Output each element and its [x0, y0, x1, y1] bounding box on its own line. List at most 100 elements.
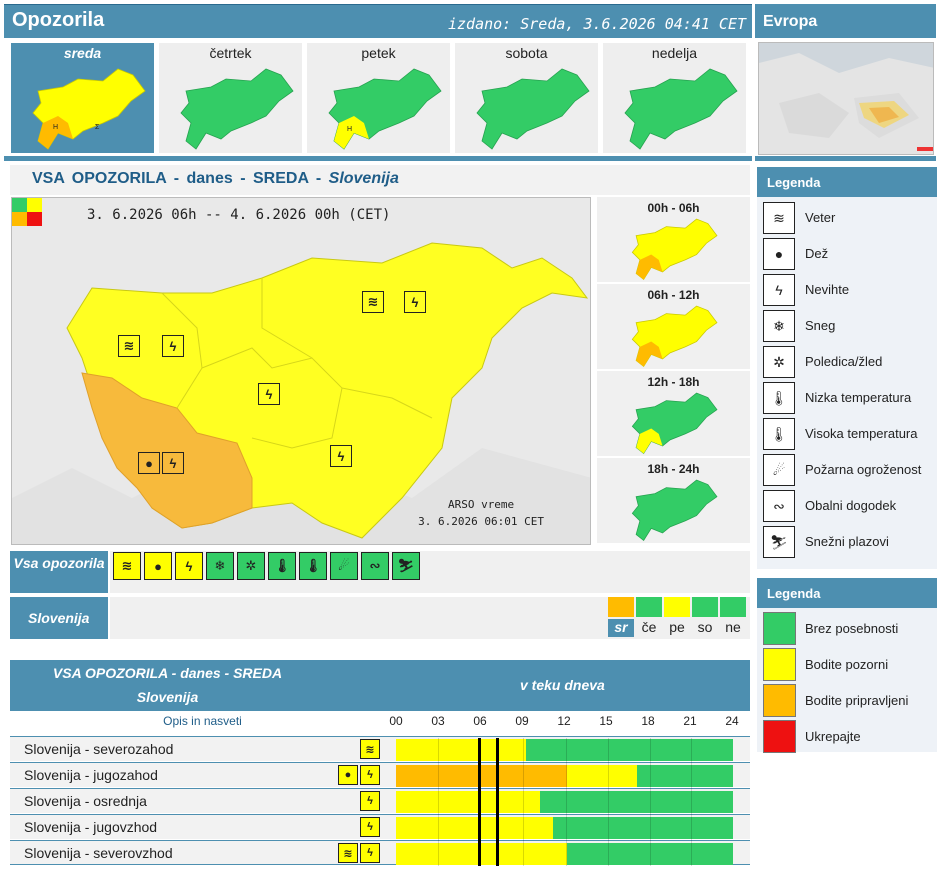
- day-map-cetrtek: [180, 68, 294, 150]
- slot-map-12-18[interactable]: 12h - 18h: [597, 371, 750, 456]
- day-tab-label: nedelja: [651, 45, 698, 61]
- day-tab-cetrtek[interactable]: četrtek: [159, 43, 302, 153]
- rain-icon[interactable]: ●: [144, 552, 172, 580]
- timeline-segment: [637, 765, 733, 787]
- day-label[interactable]: so: [692, 619, 718, 637]
- heading-today: danes: [186, 170, 233, 187]
- legend-label: Dež: [805, 246, 829, 261]
- day-tab-sobota[interactable]: sobota: [455, 43, 598, 153]
- coastal-event-icon[interactable]: ∾: [361, 552, 389, 580]
- snow-icon: ❄: [763, 310, 795, 342]
- grid-line: [523, 738, 524, 866]
- fire-icon[interactable]: ☄: [330, 552, 358, 580]
- day-label[interactable]: ne: [720, 619, 746, 637]
- wind-icon: ≋: [763, 202, 795, 234]
- heading-day: SREDA: [252, 170, 309, 187]
- row-label: Slovenija - severozahod: [24, 741, 174, 757]
- legend-item: Brez posebnosti: [763, 610, 933, 646]
- snow-icon[interactable]: ❄: [206, 552, 234, 580]
- slot-map-06-12[interactable]: 06h - 12h: [597, 284, 750, 369]
- legend-label: Bodite pozorni: [805, 657, 889, 672]
- low-temperature-icon: 🌡: [763, 382, 795, 414]
- hour-tick: 09: [515, 714, 529, 728]
- red-swatch: [763, 720, 796, 753]
- ice-icon[interactable]: ✲: [237, 552, 265, 580]
- day-cell-so[interactable]: [692, 597, 718, 617]
- hour-tick: 15: [599, 714, 613, 728]
- day-cell-ce[interactable]: [636, 597, 662, 617]
- slovenia-button[interactable]: Slovenija: [10, 597, 108, 639]
- timeline-segment: [396, 843, 567, 865]
- legend-item: ● Dež: [763, 235, 933, 271]
- period-range: 3. 6.2026 06h -- 4. 6.2026 00h (CET): [87, 207, 391, 223]
- day-tab-sreda[interactable]: sreda HΣ: [11, 43, 154, 153]
- description-link[interactable]: Opis in nasveti: [10, 712, 395, 734]
- day-cell-sr[interactable]: [608, 597, 634, 617]
- rain-icon[interactable]: ●: [138, 452, 160, 474]
- day-tab-petek[interactable]: petek H: [307, 43, 450, 153]
- avalanche-icon[interactable]: ⛷: [392, 552, 420, 580]
- timeline-segment: [396, 791, 540, 813]
- legend-item: ⛷ Snežni plazovi: [763, 523, 933, 559]
- thunderstorm-icon[interactable]: ϟ: [162, 452, 184, 474]
- table-row[interactable]: Slovenija - severovzhod ≋ ϟ: [10, 840, 750, 865]
- table-row[interactable]: Slovenija - jugozahod ● ϟ: [10, 762, 750, 787]
- all-warnings-button[interactable]: Vsa opozorila: [10, 551, 108, 593]
- legend-item: Ukrepajte: [763, 718, 933, 754]
- hour-tick: 00: [389, 714, 403, 728]
- table-row[interactable]: Slovenija - severozahod ≋: [10, 736, 750, 761]
- heading-sep: -: [240, 170, 246, 187]
- svg-text:Σ: Σ: [95, 124, 100, 131]
- day-map-sobota: [476, 68, 590, 150]
- europe-map[interactable]: [758, 42, 934, 155]
- coastal-event-icon: ∾: [763, 490, 795, 522]
- low-temperature-icon[interactable]: 🌡: [268, 552, 296, 580]
- thunderstorm-icon[interactable]: ϟ: [404, 291, 426, 313]
- wind-icon[interactable]: ≋: [118, 335, 140, 357]
- legend-item: Bodite pozorni: [763, 646, 933, 682]
- high-temperature-icon: 🌡: [763, 418, 795, 450]
- current-time-marker: [478, 738, 481, 866]
- wind-icon[interactable]: ≋: [362, 291, 384, 313]
- thunderstorm-icon[interactable]: ϟ: [258, 383, 280, 405]
- thunderstorm-icon: ϟ: [360, 765, 380, 785]
- legend-label: Snežni plazovi: [805, 534, 889, 549]
- europe-header[interactable]: Evropa: [755, 4, 936, 38]
- day-label[interactable]: pe: [664, 619, 690, 637]
- day-tab-nedelja[interactable]: nedelja: [603, 43, 746, 153]
- wind-icon[interactable]: ≋: [113, 552, 141, 580]
- hour-tick: 24: [725, 714, 739, 728]
- slot-map-00-06[interactable]: 00h - 06h: [597, 197, 750, 282]
- row-label: Slovenija - jugovzhod: [24, 819, 158, 835]
- issued-timestamp: izdano: Sreda, 3.6.2026 04:41 CET: [447, 15, 746, 33]
- day-label[interactable]: sr: [608, 619, 634, 637]
- timeline-segment: [553, 817, 733, 839]
- legend-item: ❄ Sneg: [763, 307, 933, 343]
- table-subtitle: Slovenija: [136, 689, 199, 705]
- table-row[interactable]: Slovenija - jugovzhod ϟ: [10, 814, 750, 839]
- ice-icon: ✲: [763, 346, 795, 378]
- legend-label: Obalni dogodek: [805, 498, 897, 513]
- row-label: Slovenija - severovzhod: [24, 845, 173, 861]
- slot-map-18-24[interactable]: 18h - 24h: [597, 458, 750, 543]
- high-temperature-icon[interactable]: 🌡: [299, 552, 327, 580]
- table-row[interactable]: Slovenija - osrednja ϟ: [10, 788, 750, 813]
- svg-text:H: H: [53, 124, 58, 131]
- grid-line: [438, 738, 439, 866]
- timeline-segment: [526, 739, 733, 761]
- main-map[interactable]: 3. 6.2026 06h -- 4. 6.2026 00h (CET) ≋ ϟ…: [11, 197, 591, 545]
- legend-label: Poledica/žled: [805, 354, 883, 369]
- thunderstorm-icon: ϟ: [360, 843, 380, 863]
- day-cell-pe[interactable]: [664, 597, 690, 617]
- wind-icon: ≋: [360, 739, 380, 759]
- source-stamp: ARSO vreme 3. 6.2026 06:01 CET: [418, 496, 544, 530]
- thunderstorm-icon[interactable]: ϟ: [162, 335, 184, 357]
- day-label[interactable]: če: [636, 619, 662, 637]
- legend-label: Brez posebnosti: [805, 621, 899, 636]
- day-cell-ne[interactable]: [720, 597, 746, 617]
- timeline-segment: [540, 791, 733, 813]
- legend-label: Ukrepajte: [805, 729, 861, 744]
- thunderstorm-icon[interactable]: ϟ: [330, 445, 352, 467]
- legend-label: Nizka temperatura: [805, 390, 912, 405]
- thunderstorm-icon[interactable]: ϟ: [175, 552, 203, 580]
